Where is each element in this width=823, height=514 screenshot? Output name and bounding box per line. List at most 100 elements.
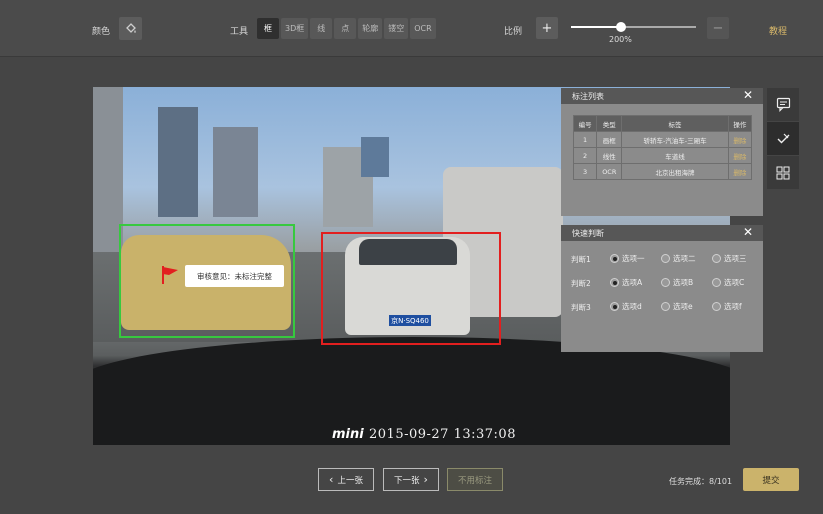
paint-bucket-icon (125, 22, 136, 33)
column-header: 操作 (727, 115, 753, 132)
delete-link[interactable]: 删除 (727, 163, 753, 180)
table-row[interactable]: 2 线性 车道线 删除 (572, 147, 753, 164)
right-sidebar (767, 88, 799, 190)
prev-button[interactable]: ‹ 上一张 (318, 468, 374, 491)
panel-header: 快速判断 ✕ (561, 225, 763, 241)
judge-label: 判断2 (571, 279, 591, 288)
close-icon[interactable]: ✕ (743, 225, 753, 239)
radio-option[interactable]: 选项A (610, 277, 642, 288)
unused-button[interactable]: 不用标注 (447, 468, 503, 491)
tool-3d-box[interactable]: 3D框 (281, 18, 309, 39)
annotation-list-panel: 标注列表 ✕ 编号 类型 标签 操作 1 画框 轿轿车-汽油车-三厢车 删除 2… (561, 88, 763, 216)
radio-option[interactable]: 选项一 (610, 253, 645, 264)
option-label: 选项C (724, 278, 745, 287)
radio-icon (712, 278, 721, 287)
option-label: 选项二 (673, 254, 696, 263)
tool-hollow[interactable]: 镂空 (384, 18, 409, 39)
grid-icon (776, 166, 790, 179)
table-row[interactable]: 3 OCR 北京出租海牌 删除 (572, 163, 753, 180)
next-button[interactable]: 下一张 › (383, 468, 439, 491)
camera-logo: mini (332, 427, 364, 442)
annotation-table: 编号 类型 标签 操作 1 画框 轿轿车-汽油车-三厢车 删除 2 线性 车道线… (572, 115, 753, 180)
cell-type: OCR (596, 163, 623, 180)
comment-icon (776, 97, 790, 112)
building (158, 107, 198, 217)
cell-id: 3 (572, 163, 598, 180)
building (213, 127, 258, 217)
option-label: 选项一 (622, 254, 645, 263)
building (361, 137, 389, 177)
radio-icon (661, 302, 670, 311)
tool-point[interactable]: 点 (334, 18, 357, 39)
radio-option[interactable]: 选项d (610, 301, 642, 312)
radio-option[interactable]: 选项f (712, 301, 742, 312)
radio-selected-icon (610, 302, 619, 311)
zoom-in-button[interactable]: + (536, 17, 558, 39)
radio-selected-icon (610, 254, 619, 263)
comment-button[interactable] (767, 88, 799, 121)
zoom-value: 200% (609, 35, 632, 44)
judge-label: 判断3 (571, 303, 591, 312)
table-row[interactable]: 1 画框 轿轿车-汽油车-三厢车 删除 (572, 131, 753, 148)
option-label: 选项d (622, 302, 642, 311)
close-icon[interactable]: ✕ (743, 88, 753, 102)
review-comment: 审核意见：未标注完整 (185, 265, 284, 287)
chevron-right-icon: › (423, 473, 428, 486)
radio-option[interactable]: 选项C (712, 277, 744, 288)
zoom-out-button[interactable]: − (707, 17, 729, 39)
cell-label: 车道线 (621, 147, 729, 164)
radio-option[interactable]: 选项二 (661, 253, 696, 264)
option-label: 选项三 (724, 254, 747, 263)
radio-option[interactable]: 选项e (661, 301, 693, 312)
radio-option[interactable]: 选项B (661, 277, 693, 288)
grid-button[interactable] (767, 156, 799, 189)
prev-label: 上一张 (337, 475, 363, 486)
tools-label: 工具 (230, 27, 249, 37)
tool-ocr[interactable]: OCR (410, 18, 436, 39)
tool-group: 框 3D框 线 点 轮廓 镂空 OCR (257, 18, 436, 39)
zoom-slider-fill (571, 26, 620, 28)
panel-header: 标注列表 ✕ (561, 88, 763, 104)
column-header: 标签 (621, 115, 729, 132)
chevron-left-icon: ‹ (329, 473, 334, 486)
color-picker-button[interactable] (119, 17, 142, 40)
radio-selected-icon (610, 278, 619, 287)
submit-button[interactable]: 提交 (743, 468, 799, 491)
tool-box[interactable]: 框 (257, 18, 279, 39)
delete-link[interactable]: 删除 (727, 147, 753, 164)
cell-label: 北京出租海牌 (621, 163, 729, 180)
next-label: 下一张 (394, 475, 420, 486)
top-toolbar: 颜色 工具 框 3D框 线 点 轮廓 镂空 OCR 比例 + 200% − 教程 (0, 0, 823, 57)
option-label: 选项B (673, 278, 694, 287)
flag-icon[interactable] (159, 263, 181, 285)
tool-line[interactable]: 线 (310, 18, 333, 39)
radio-icon (712, 302, 721, 311)
option-label: 选项f (724, 302, 742, 311)
judge-label: 判断1 (571, 255, 591, 264)
delete-link[interactable]: 删除 (727, 131, 753, 148)
cell-type: 画框 (596, 131, 623, 148)
radio-icon (661, 278, 670, 287)
option-label: 选项e (673, 302, 693, 311)
panel-title: 标注列表 (572, 91, 604, 101)
tutorial-link[interactable]: 教程 (769, 24, 787, 37)
radio-icon (661, 254, 670, 263)
cell-label: 轿轿车-汽油车-三厢车 (621, 131, 729, 148)
radio-icon (712, 254, 721, 263)
panel-title: 快速判断 (572, 228, 604, 238)
quick-judge-panel: 快速判断 ✕ 判断1 选项一 选项二 选项三 判断2 选项A 选项B 选项C 判… (561, 225, 763, 352)
check-pen-icon (777, 133, 789, 144)
scale-label: 比例 (504, 27, 523, 37)
annotation-box-red[interactable] (321, 232, 501, 345)
cell-id: 1 (572, 131, 598, 148)
radio-option[interactable]: 选项三 (712, 253, 747, 264)
color-label: 颜色 (92, 27, 111, 37)
zoom-slider-handle[interactable] (616, 22, 626, 32)
column-header: 类型 (596, 115, 623, 132)
cell-id: 2 (572, 147, 598, 164)
check-button[interactable] (767, 122, 799, 155)
timestamp: 2015-09-27 13:37:08 (369, 427, 516, 442)
task-progress: 任务完成：8/101 (669, 477, 733, 486)
column-header: 编号 (572, 115, 598, 132)
tool-contour[interactable]: 轮廓 (358, 18, 383, 39)
